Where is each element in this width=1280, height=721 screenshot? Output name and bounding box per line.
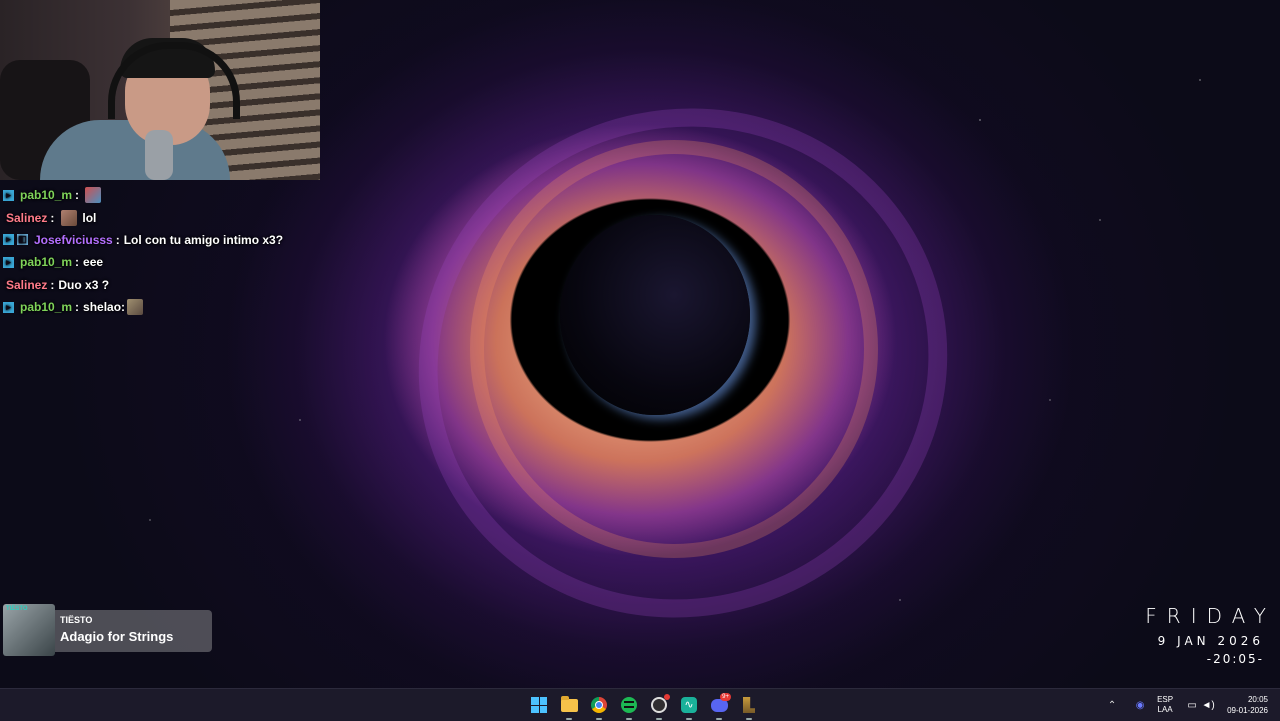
chat-text: Duo x3 ?: [58, 277, 110, 292]
file-explorer-button[interactable]: [557, 693, 581, 720]
discord-button[interactable]: 9+: [707, 693, 731, 720]
volume-icon[interactable]: ◄): [1201, 700, 1215, 711]
taskbar-clock[interactable]: 20:05 09-01-2026: [1227, 694, 1268, 716]
discord-notification-badge: 9+: [720, 693, 731, 701]
chat-separator: :: [75, 188, 80, 203]
chrome-icon: [591, 697, 607, 713]
taskbar-apps: ∿ 9+: [527, 693, 761, 720]
chat-message: Salinez : Duo x3 ?: [0, 274, 330, 296]
prime-badge-icon: ▸: [3, 256, 14, 268]
desktop-clock-widget: FRIDAY 9 JAN 2026 -20:05-: [1145, 604, 1266, 666]
taskbar: ∿ 9+ ⌃ ◉ ESP LAA ▭ ◄) 20:05 09-01-2026: [0, 688, 1280, 721]
league-of-legends-icon: [743, 697, 755, 713]
chat-separator: :: [75, 255, 80, 270]
folder-icon: [560, 695, 578, 712]
network-icon[interactable]: ▭: [1185, 700, 1199, 711]
chat-message: ▸ ◧ Josefviciusss : Lol con tu amigo int…: [0, 229, 330, 251]
chat-separator: :: [50, 210, 55, 225]
clock-day: FRIDAY: [1145, 604, 1276, 628]
chat-username: Salinez: [6, 277, 48, 292]
language-code: ESP: [1157, 695, 1174, 704]
chat-username: pab10_m: [20, 188, 73, 203]
prime-badge-icon: ▸: [3, 234, 14, 246]
wallpaper-black-hole: [560, 215, 750, 415]
stream-chat-overlay: ▸ pab10_m : Salinez : lol ▸ ◧ Josefviciu…: [0, 184, 330, 318]
now-playing-title: Adagio for Strings: [60, 629, 174, 644]
pulse-app-icon: ∿: [681, 697, 697, 713]
input-language-indicator[interactable]: ESP LAA: [1157, 695, 1173, 715]
now-playing-artist: TIËSTO: [60, 615, 93, 625]
pulse-app-button[interactable]: ∿: [677, 693, 701, 720]
prime-badge-icon: ▸: [3, 189, 14, 201]
clock-time: -20:05-: [1206, 652, 1264, 666]
league-button[interactable]: [737, 693, 761, 720]
face-emote-icon: [127, 299, 144, 316]
recording-dot-icon: [664, 694, 670, 700]
chat-text: Lol con tu amigo intimo x3?: [123, 232, 284, 247]
face-emote-icon: [61, 209, 78, 226]
chat-message: ▸ pab10_m : shelao:: [0, 296, 330, 318]
album-cover: TIËSTO: [3, 604, 55, 656]
chat-message: ▸ pab10_m :: [0, 184, 330, 206]
clock-date: 9 JAN 2026: [1157, 634, 1264, 648]
chat-text: eee: [83, 255, 104, 270]
webcam-microphone: [145, 130, 173, 180]
spotify-button[interactable]: [617, 693, 641, 720]
show-hidden-icons-chevron-icon[interactable]: ⌃: [1105, 700, 1119, 711]
chrome-button[interactable]: [587, 693, 611, 720]
chat-username: Josefviciusss: [34, 232, 113, 247]
prime-badge-icon: ▸: [3, 301, 14, 313]
chat-message: Salinez : lol: [0, 206, 330, 228]
chat-separator: :: [115, 232, 120, 247]
microphone-icon[interactable]: ◉: [1133, 700, 1147, 711]
album-cover-text: TIËSTO: [6, 606, 28, 612]
chat-text: shelao:: [83, 300, 126, 315]
chat-text: lol: [82, 210, 97, 225]
spotify-icon: [621, 697, 637, 713]
windows-logo-icon: [531, 697, 547, 713]
obs-button[interactable]: [647, 693, 671, 720]
sub-badge-icon: ◧: [17, 234, 28, 246]
webcam-overlay: [0, 0, 320, 180]
chat-separator: :: [50, 277, 55, 292]
taskbar-date: 09-01-2026: [1227, 706, 1268, 715]
chat-username: Salinez: [6, 210, 48, 225]
pixel-emote-icon: [85, 187, 102, 204]
system-tray: ⌃ ◉ ESP LAA ▭ ◄) 20:05 09-01-2026: [1105, 689, 1280, 721]
chat-message: ▸ pab10_m : eee: [0, 251, 330, 273]
taskbar-time: 20:05: [1247, 695, 1268, 704]
chat-username: pab10_m: [20, 255, 73, 270]
keyboard-layout-code: LAA: [1157, 705, 1173, 714]
start-button[interactable]: [527, 693, 551, 717]
chat-username: pab10_m: [20, 300, 73, 315]
chat-separator: :: [75, 300, 80, 315]
